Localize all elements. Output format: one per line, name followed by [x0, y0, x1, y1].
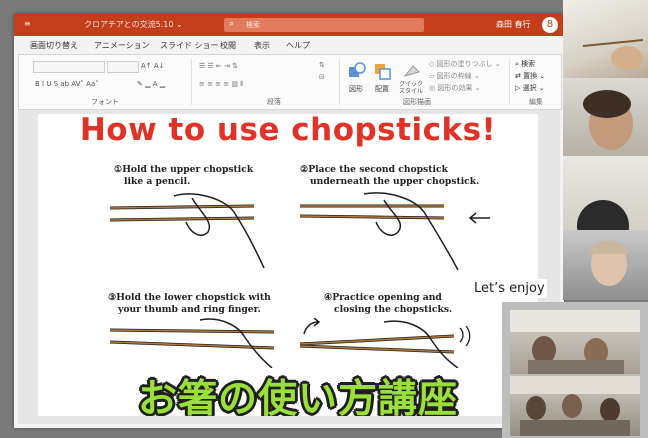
step-1-text: ①Hold the upper chopstick like a pencil. — [114, 164, 253, 188]
classroom-video-2 — [510, 376, 640, 436]
find-label: 検索 — [521, 60, 536, 68]
step-1-line-2: like a pencil. — [124, 176, 191, 187]
video-tile-4[interactable] — [563, 230, 648, 300]
group-drawing-label: 図形描画 — [403, 98, 431, 106]
shape-effect-label: 図形の効果 — [437, 84, 473, 92]
step-3-text: ③Hold the lower chopstick with your thum… — [108, 292, 271, 316]
slide-editing-area: How to use chopsticks! ①Hold the upper c… — [18, 110, 560, 424]
chopstick-hand-illustration-2 — [299, 192, 490, 271]
shapes-icon[interactable] — [347, 61, 367, 81]
step-2-line-2: underneath the upper chopstick. — [310, 176, 480, 187]
gallery-tile-1[interactable] — [510, 310, 640, 374]
step-2-line-1: ②Place the second chopstick — [300, 164, 448, 175]
divider — [191, 59, 192, 105]
participant-video-4 — [589, 240, 629, 286]
highlight-color-icon[interactable]: ✎ ▁ A ▁ — [137, 80, 165, 88]
replace-label: 置換 — [523, 72, 538, 80]
group-edit-label: 編集 — [529, 98, 543, 106]
align-buttons-icon[interactable]: ≡ ≡ ≡ ≡ ▥ ⫴ — [199, 80, 243, 89]
step-4-line-2: closing the chopsticks. — [334, 304, 453, 315]
ribbon: A↑ A↓ B I U S ab AV˅ Aa˅ ✎ ▁ A ▁ フォント ☰ … — [18, 54, 562, 110]
find-button[interactable]: ⌕ 検索 — [515, 59, 535, 69]
participant-video-2 — [583, 90, 633, 150]
tab-transitions[interactable]: 画面切り替え — [30, 40, 78, 51]
title-bar: ≡ クロアチアとの交流5.10 ⌄ ⌕ 検索 森田 春行 8 — [14, 14, 564, 36]
japanese-banner: お箸の使い方講座 — [137, 377, 458, 416]
tab-animations[interactable]: アニメーション — [94, 40, 150, 51]
font-size-buttons[interactable]: A↑ A↓ — [141, 62, 165, 70]
divider — [509, 59, 510, 105]
arrange-icon[interactable] — [373, 61, 393, 81]
step-4-line-1: ④Practice opening and — [324, 292, 442, 303]
chopstick-hand-illustration-1 — [109, 193, 265, 269]
search-box[interactable]: ⌕ 検索 — [224, 18, 424, 32]
shape-effect-button[interactable]: ◎ 図形の効果 ⌄ — [429, 83, 480, 93]
group-paragraph-label: 段落 — [267, 98, 281, 106]
replace-button[interactable]: ⇄ 置換 ⌄ — [515, 71, 545, 81]
user-name: 森田 春行 — [496, 20, 531, 29]
search-placeholder: 検索 — [246, 21, 260, 29]
video-tile-2[interactable] — [563, 78, 648, 156]
quick-style-label: クイック スタイル — [399, 81, 424, 95]
select-label: 選択 — [522, 84, 537, 92]
ribbon-tabs: 画面切り替え アニメーション スライド ショー 校閲 表示 ヘルプ — [14, 36, 564, 54]
divider — [339, 59, 340, 105]
list-buttons-icon[interactable]: ☰ ☰ ⇤ ⇥ ⇅ — [199, 62, 238, 70]
tab-help[interactable]: ヘルプ — [286, 40, 310, 51]
video-tile-3[interactable] — [563, 156, 648, 230]
step-2-text: ②Place the second chopstick underneath t… — [300, 164, 479, 188]
shape-outline-label: 図形の枠線 — [436, 72, 472, 80]
search-icon: ⌕ — [229, 19, 235, 29]
font-name-combo[interactable] — [33, 61, 105, 73]
tab-slideshow[interactable]: スライド ショー — [160, 40, 219, 51]
chopstick-hand-illustration-4 — [299, 318, 471, 368]
chopstick-hand-illustration-3 — [109, 318, 275, 368]
avatar[interactable]: 8 — [542, 17, 558, 33]
slide-title: How to use chopsticks! — [79, 114, 497, 148]
text-direction-icon[interactable]: ⇅ — [319, 61, 325, 69]
shape-outline-button[interactable]: ▱ 図形の枠線 ⌄ — [429, 71, 480, 81]
shape-fill-label: 図形の塗りつぶし — [436, 60, 493, 68]
participant-video-1 — [582, 39, 644, 70]
quick-access-icon[interactable]: ≡ — [24, 19, 31, 28]
document-title[interactable]: クロアチアとの交流5.10 ⌄ — [84, 19, 183, 30]
gallery-tile-2[interactable] — [510, 376, 640, 436]
shapes-label: 図形 — [349, 85, 363, 93]
align-text-icon[interactable]: ⊟ — [319, 73, 325, 81]
arrange-label: 配置 — [375, 85, 389, 93]
powerpoint-window: ≡ クロアチアとの交流5.10 ⌄ ⌕ 検索 森田 春行 8 画面切り替え アニ… — [14, 14, 564, 428]
tab-view[interactable]: 表示 — [254, 40, 270, 51]
classroom-video-1 — [510, 310, 640, 374]
step-3-line-1: ③Hold the lower chopstick with — [108, 292, 271, 303]
video-gallery[interactable] — [502, 302, 648, 438]
slide-canvas[interactable]: How to use chopsticks! ①Hold the upper c… — [38, 114, 538, 416]
quick-style-icon[interactable] — [403, 63, 421, 79]
participant-video-3 — [577, 200, 629, 230]
step-4-text: ④Practice opening and closing the chopst… — [324, 292, 452, 316]
step-1-line-1: ①Hold the upper chopstick — [114, 164, 254, 175]
video-tile-1[interactable] — [563, 0, 648, 78]
step-3-line-2: your thumb and ring finger. — [118, 304, 261, 315]
tab-review[interactable]: 校閲 — [220, 40, 236, 51]
caption-text: Let’s enjoy — [472, 279, 547, 298]
select-button[interactable]: ▷ 選択 ⌄ — [515, 83, 545, 93]
shape-fill-button[interactable]: ◇ 図形の塗りつぶし ⌄ — [429, 59, 501, 69]
group-font-label: フォント — [91, 98, 119, 106]
font-size-combo[interactable] — [107, 61, 139, 73]
font-format-buttons[interactable]: B I U S ab AV˅ Aa˅ — [35, 80, 99, 88]
